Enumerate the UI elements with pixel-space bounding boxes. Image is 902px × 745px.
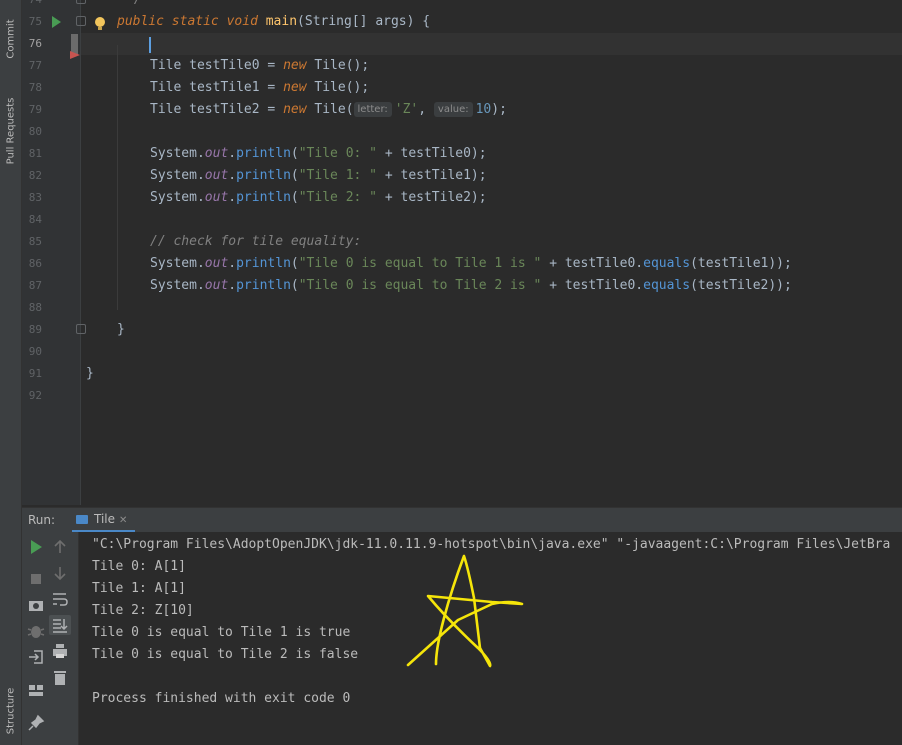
bulb-icon[interactable] — [93, 16, 107, 32]
up-icon[interactable] — [50, 537, 70, 557]
code-line: public static void main(String[] args) { — [117, 14, 431, 29]
line-number: 86 — [28, 257, 42, 270]
line-number: 78 — [28, 81, 42, 94]
current-line-highlight — [22, 33, 902, 55]
line-number: 91 — [28, 367, 42, 380]
line-number: 84 — [28, 213, 42, 226]
line-number: 89 — [28, 323, 42, 336]
line-number: 83 — [28, 191, 42, 204]
line-number: 79 — [28, 103, 42, 116]
close-icon[interactable]: ✕ — [119, 515, 127, 526]
scroll-end-icon[interactable] — [50, 615, 70, 635]
exit-icon[interactable] — [26, 647, 46, 667]
line-number: 80 — [28, 125, 42, 138]
run-tab-tile[interactable]: Tile ✕ — [72, 508, 136, 532]
run-gutter-icon[interactable] — [51, 16, 61, 28]
trash-icon[interactable] — [50, 667, 70, 687]
line-number: 90 — [28, 345, 42, 358]
breakpoint-marker-icon — [70, 51, 80, 59]
console-line: Tile 0: A[1] — [92, 559, 186, 574]
code-line: Tile testTile2 = new Tile(letter: 'Z', va… — [150, 102, 507, 117]
indent-guide — [117, 45, 118, 310]
line-number: 87 — [28, 279, 42, 292]
layout-icon[interactable] — [26, 680, 46, 700]
console-line: Tile 0 is equal to Tile 1 is true — [92, 625, 351, 640]
left-tool-strip: Commit Pull Requests Structure — [0, 0, 22, 745]
star-annotation — [406, 554, 524, 668]
commit-tab[interactable]: Commit — [0, 8, 21, 70]
code-line: */ — [126, 0, 142, 11]
param-hint-letter: letter: — [353, 102, 392, 117]
commit-tab-label: Commit — [5, 19, 16, 59]
text-caret — [149, 37, 151, 53]
rerun-icon[interactable] — [26, 537, 46, 557]
structure-tab-label: Structure — [5, 687, 16, 735]
code-line: System.out.println("Tile 1: " + testTile… — [150, 168, 487, 183]
code-comment: // check for tile equality: — [150, 234, 362, 249]
run-tab-label: Tile — [94, 512, 116, 526]
down-icon[interactable] — [50, 563, 70, 583]
code-editor[interactable]: 74 75 76 77 78 79 80 81 82 83 84 85 86 8… — [22, 0, 902, 505]
line-number: 74 — [22, 0, 42, 11]
console-line: Tile 0 is equal to Tile 2 is false — [92, 647, 359, 662]
debug-icon[interactable] — [26, 621, 46, 641]
param-hint-value: value: — [433, 102, 473, 117]
code-line: System.out.println("Tile 0 is equal to T… — [150, 278, 792, 293]
code-line: Tile testTile1 = new Tile(); — [150, 80, 370, 95]
line-number: 92 — [28, 389, 42, 402]
line-number: 81 — [28, 147, 42, 160]
line-number: 82 — [28, 169, 42, 182]
line-number: 75 — [28, 15, 42, 28]
camera-icon[interactable] — [26, 595, 46, 615]
soft-wrap-icon[interactable] — [50, 589, 70, 609]
line-number: 76 — [28, 37, 42, 50]
editor-gutter: 74 75 76 77 78 79 80 81 82 83 84 85 86 8… — [22, 0, 81, 505]
fold-icon[interactable] — [76, 324, 86, 334]
line-number: 88 — [28, 301, 42, 314]
line-number: 77 — [28, 59, 42, 72]
fold-icon[interactable] — [76, 0, 86, 4]
run-toolbar: Run: Tile ✕ — [22, 507, 902, 532]
code-line: Tile testTile0 = new Tile(); — [150, 58, 370, 73]
line-number: 85 — [28, 235, 42, 248]
stop-icon[interactable] — [26, 569, 46, 589]
run-label: Run: — [28, 513, 56, 527]
code-line: } — [117, 322, 125, 337]
pull-requests-tab[interactable]: Pull Requests — [0, 86, 21, 176]
console-toolbar — [22, 532, 79, 745]
console-line: Tile 1: A[1] — [92, 581, 186, 596]
print-icon[interactable] — [50, 641, 70, 661]
fold-icon[interactable] — [76, 16, 86, 26]
console-tab-icon — [76, 515, 88, 524]
pin-icon[interactable] — [26, 713, 46, 733]
structure-tab[interactable]: Structure — [0, 680, 21, 742]
code-line: System.out.println("Tile 0 is equal to T… — [150, 256, 792, 271]
console-line: Process finished with exit code 0 — [92, 691, 351, 706]
console-line: Tile 2: Z[10] — [92, 603, 194, 618]
code-line: System.out.println("Tile 0: " + testTile… — [150, 146, 487, 161]
code-line: } — [86, 366, 94, 381]
code-line: System.out.println("Tile 2: " + testTile… — [150, 190, 487, 205]
pull-requests-tab-label: Pull Requests — [5, 97, 16, 165]
